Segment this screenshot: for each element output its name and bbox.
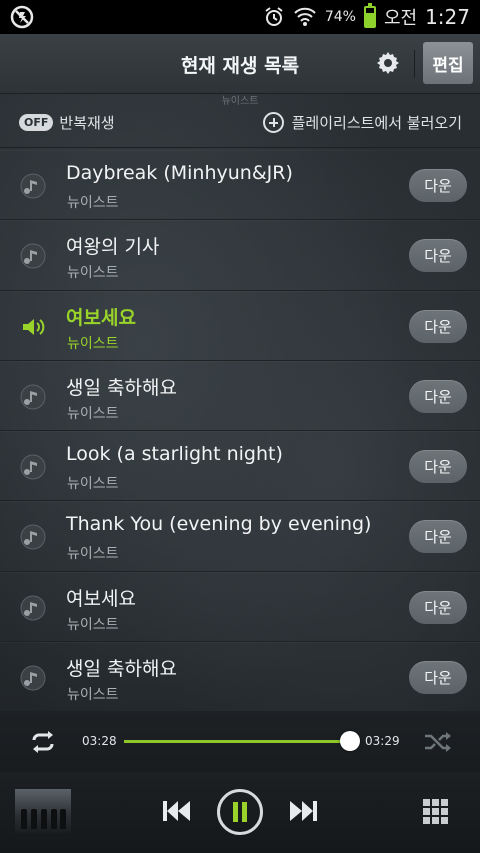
track-title: Thank You (evening by evening) [66, 513, 372, 536]
music-note-icon [20, 173, 46, 199]
download-button[interactable]: 다운 [409, 590, 467, 624]
album-art[interactable] [15, 789, 71, 833]
download-button[interactable]: 다운 [409, 309, 467, 343]
repeat-state-badge: OFF [19, 114, 54, 131]
blocked-notification-icon [10, 5, 34, 29]
gear-icon [377, 52, 399, 74]
track-artist: 뉴이스트 [67, 687, 119, 704]
track-title: 여보세요 [66, 306, 136, 329]
speaker-icon [20, 314, 46, 340]
shuffle-icon[interactable] [423, 730, 453, 754]
header: 현재 재생 목록 편집 뉴이스트 [0, 34, 480, 107]
battery-percent: 74% [324, 9, 356, 25]
track-artist: 뉴이스트 [67, 335, 119, 352]
header-divider [414, 50, 415, 78]
download-button[interactable]: 다운 [409, 239, 467, 273]
page-title: 현재 재생 목록 [180, 55, 300, 77]
battery-fill [365, 12, 374, 26]
download-button[interactable]: 다운 [409, 169, 467, 202]
clock: 1:27 [425, 5, 470, 29]
music-note-icon [20, 243, 46, 269]
pause-icon [233, 802, 247, 822]
track-row[interactable]: 여보세요 뉴이스트 다운 [0, 572, 480, 643]
options-row: OFF 반복재생 플레이리스트에서 불러오기 [0, 98, 480, 148]
track-artist: 뉴이스트 [67, 476, 119, 493]
grid-menu-icon[interactable] [423, 799, 449, 825]
previous-button[interactable] [162, 799, 192, 823]
music-note-icon [20, 524, 46, 550]
track-title: 생일 축하해요 [66, 658, 177, 681]
repeat-label: 반복재생 [59, 114, 115, 132]
track-row[interactable]: 생일 축하해요 뉴이스트 다운 [0, 361, 480, 432]
track-title: 생일 축하해요 [66, 376, 177, 399]
time-ampm: 오전 [383, 8, 418, 29]
track-row[interactable]: Daybreak (Minhyun&JR) 뉴이스트 다운 [0, 150, 480, 221]
track-row[interactable]: 생일 축하해요 뉴이스트 다운 [0, 642, 480, 713]
track-artist: 뉴이스트 [67, 265, 119, 282]
track-title: 여보세요 [66, 587, 136, 610]
track-row[interactable]: 여보세요 뉴이스트 다운 [0, 291, 480, 361]
track-artist: 뉴이스트 [67, 616, 119, 633]
download-button[interactable]: 다운 [409, 379, 467, 413]
add-circle-icon [262, 112, 284, 133]
music-note-icon [20, 454, 46, 480]
track-artist: 뉴이스트 [67, 195, 119, 211]
load-playlist-button[interactable]: 플레이리스트에서 불러오기 [262, 112, 462, 133]
repeat-icon[interactable] [28, 730, 58, 754]
repeat-toggle[interactable]: OFF 반복재생 [19, 112, 115, 133]
track-row[interactable]: 여왕의 기사 뉴이스트 다운 [0, 220, 480, 291]
battery-icon [363, 3, 376, 28]
music-note-icon [20, 665, 46, 691]
pause-button[interactable] [217, 789, 263, 835]
track-artist: 뉴이스트 [67, 546, 119, 563]
download-button[interactable]: 다운 [409, 450, 467, 484]
track-row[interactable]: Look (a starlight night) 뉴이스트 다운 [0, 431, 480, 502]
track-row[interactable]: Thank You (evening by evening) 뉴이스트 다운 [0, 501, 480, 572]
settings-button[interactable] [372, 47, 404, 79]
elapsed-time: 03:28 [82, 734, 117, 748]
edit-button[interactable]: 편집 [423, 42, 473, 84]
track-artist: 뉴이스트 [67, 405, 119, 422]
download-button[interactable]: 다운 [409, 661, 467, 695]
track-title: Look (a starlight night) [66, 443, 283, 466]
seek-bar[interactable] [124, 740, 352, 743]
wifi-icon [294, 7, 316, 26]
progress-area: 03:28 03:29 [0, 712, 480, 772]
music-note-icon [20, 595, 46, 621]
seek-knob[interactable] [339, 731, 360, 751]
total-time: 03:29 [365, 734, 400, 748]
alarm-icon [265, 7, 283, 26]
next-button[interactable] [288, 799, 318, 823]
track-list: Daybreak (Minhyun&JR) 뉴이스트 다운 여왕의 기사 뉴이스… [0, 150, 480, 713]
track-title: 여왕의 기사 [66, 236, 160, 259]
player-controls [0, 772, 480, 853]
music-note-icon [20, 384, 46, 410]
track-title: Daybreak (Minhyun&JR) [66, 162, 293, 184]
load-playlist-label: 플레이리스트에서 불러오기 [291, 114, 462, 132]
seek-bar-fill [124, 740, 350, 743]
download-button[interactable]: 다운 [409, 520, 467, 554]
status-bar: 74% 오전 1:27 [0, 0, 480, 34]
